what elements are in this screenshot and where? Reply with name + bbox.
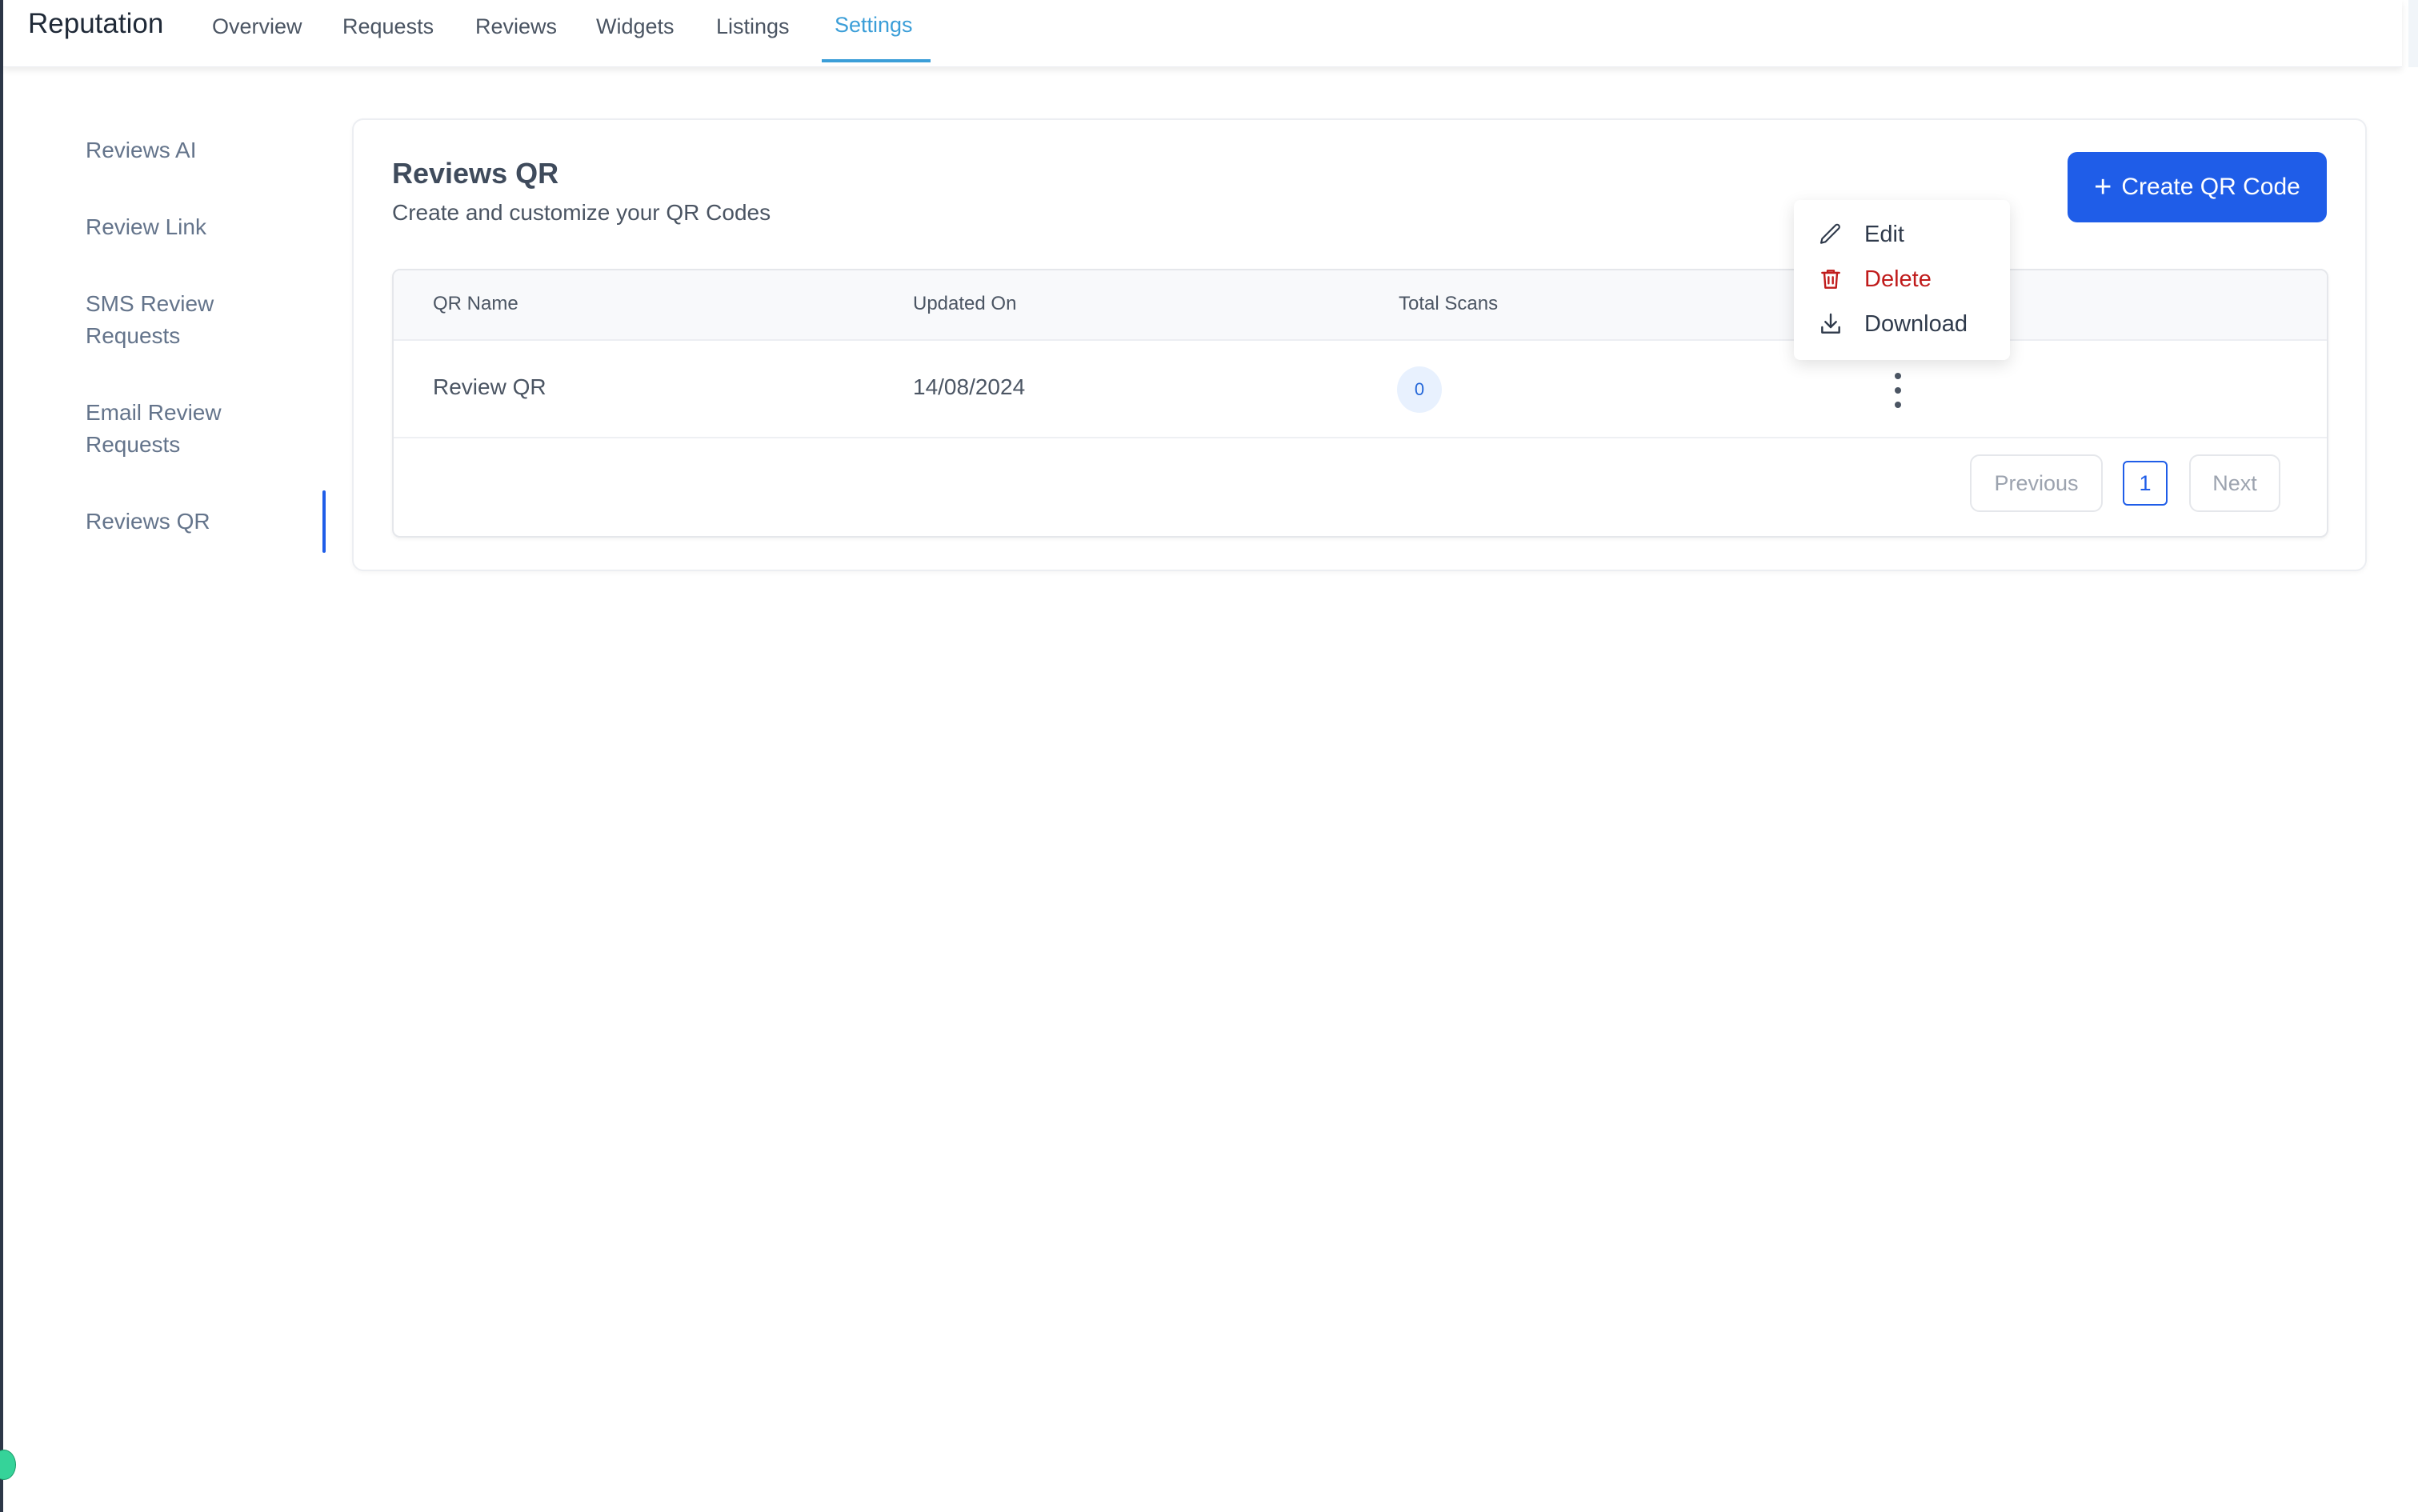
plus-icon: + xyxy=(2094,170,2112,204)
tab-widgets[interactable]: Widgets xyxy=(596,14,675,39)
sidebar-item-review-link[interactable]: Review Link xyxy=(86,211,206,243)
sidebar-item-reviews-qr[interactable]: Reviews QR xyxy=(86,506,210,538)
page-title: Reviews QR xyxy=(392,157,559,190)
tab-listings[interactable]: Listings xyxy=(716,14,790,39)
column-header-updated-on: Updated On xyxy=(913,293,1017,314)
download-icon xyxy=(1821,313,1840,334)
tab-requests[interactable]: Requests xyxy=(342,14,434,39)
column-header-total-scans: Total Scans xyxy=(1399,293,1499,314)
chat-widget-icon[interactable] xyxy=(0,1450,16,1480)
menu-item-edit[interactable]: Edit xyxy=(1818,214,1904,254)
menu-item-download-label: Download xyxy=(1864,310,1968,337)
menu-item-delete-label: Delete xyxy=(1864,266,1932,292)
page-subtitle: Create and customize your QR Codes xyxy=(392,200,771,225)
menu-item-delete[interactable]: Delete xyxy=(1818,259,1932,299)
menu-item-download[interactable]: Download xyxy=(1818,304,1968,344)
kebab-menu-icon[interactable] xyxy=(1890,373,1906,408)
qr-table: QR Name Updated On Total Scans Review QR… xyxy=(392,269,2328,538)
row-actions-menu: Edit Delete Download xyxy=(1794,200,2010,360)
tab-reviews[interactable]: Reviews xyxy=(475,14,557,39)
menu-item-edit-label: Edit xyxy=(1864,221,1904,247)
updated-on-cell: 14/08/2024 xyxy=(913,374,1026,399)
table-header: QR Name Updated On Total Scans xyxy=(394,270,2327,341)
tab-settings[interactable]: Settings xyxy=(835,13,913,38)
previous-page-button[interactable]: Previous xyxy=(1970,454,2103,512)
pencil-icon xyxy=(1820,223,1840,244)
active-tab-indicator xyxy=(822,59,931,62)
sidebar-item-email-review-requests[interactable]: Email Review Requests xyxy=(86,397,270,461)
tab-overview[interactable]: Overview xyxy=(212,14,302,39)
table-row: Review QR 14/08/2024 0 xyxy=(394,341,2327,438)
sidebar-active-indicator xyxy=(322,490,326,553)
qr-name-cell: Review QR xyxy=(433,374,546,399)
right-edge-strip xyxy=(2408,0,2418,67)
next-page-button[interactable]: Next xyxy=(2189,454,2280,512)
create-qr-code-label: Create QR Code xyxy=(2121,174,2300,200)
window-left-border xyxy=(0,0,3,1512)
page-number-current[interactable]: 1 xyxy=(2123,461,2168,506)
column-header-qr-name: QR Name xyxy=(433,293,518,314)
sidebar-item-sms-review-requests[interactable]: SMS Review Requests xyxy=(86,288,270,352)
total-scans-badge: 0 xyxy=(1397,366,1442,413)
sidebar-item-reviews-ai[interactable]: Reviews AI xyxy=(86,134,197,166)
trash-icon xyxy=(1821,270,1840,289)
create-qr-code-button[interactable]: + Create QR Code xyxy=(2068,152,2327,222)
app-brand: Reputation xyxy=(28,8,164,39)
